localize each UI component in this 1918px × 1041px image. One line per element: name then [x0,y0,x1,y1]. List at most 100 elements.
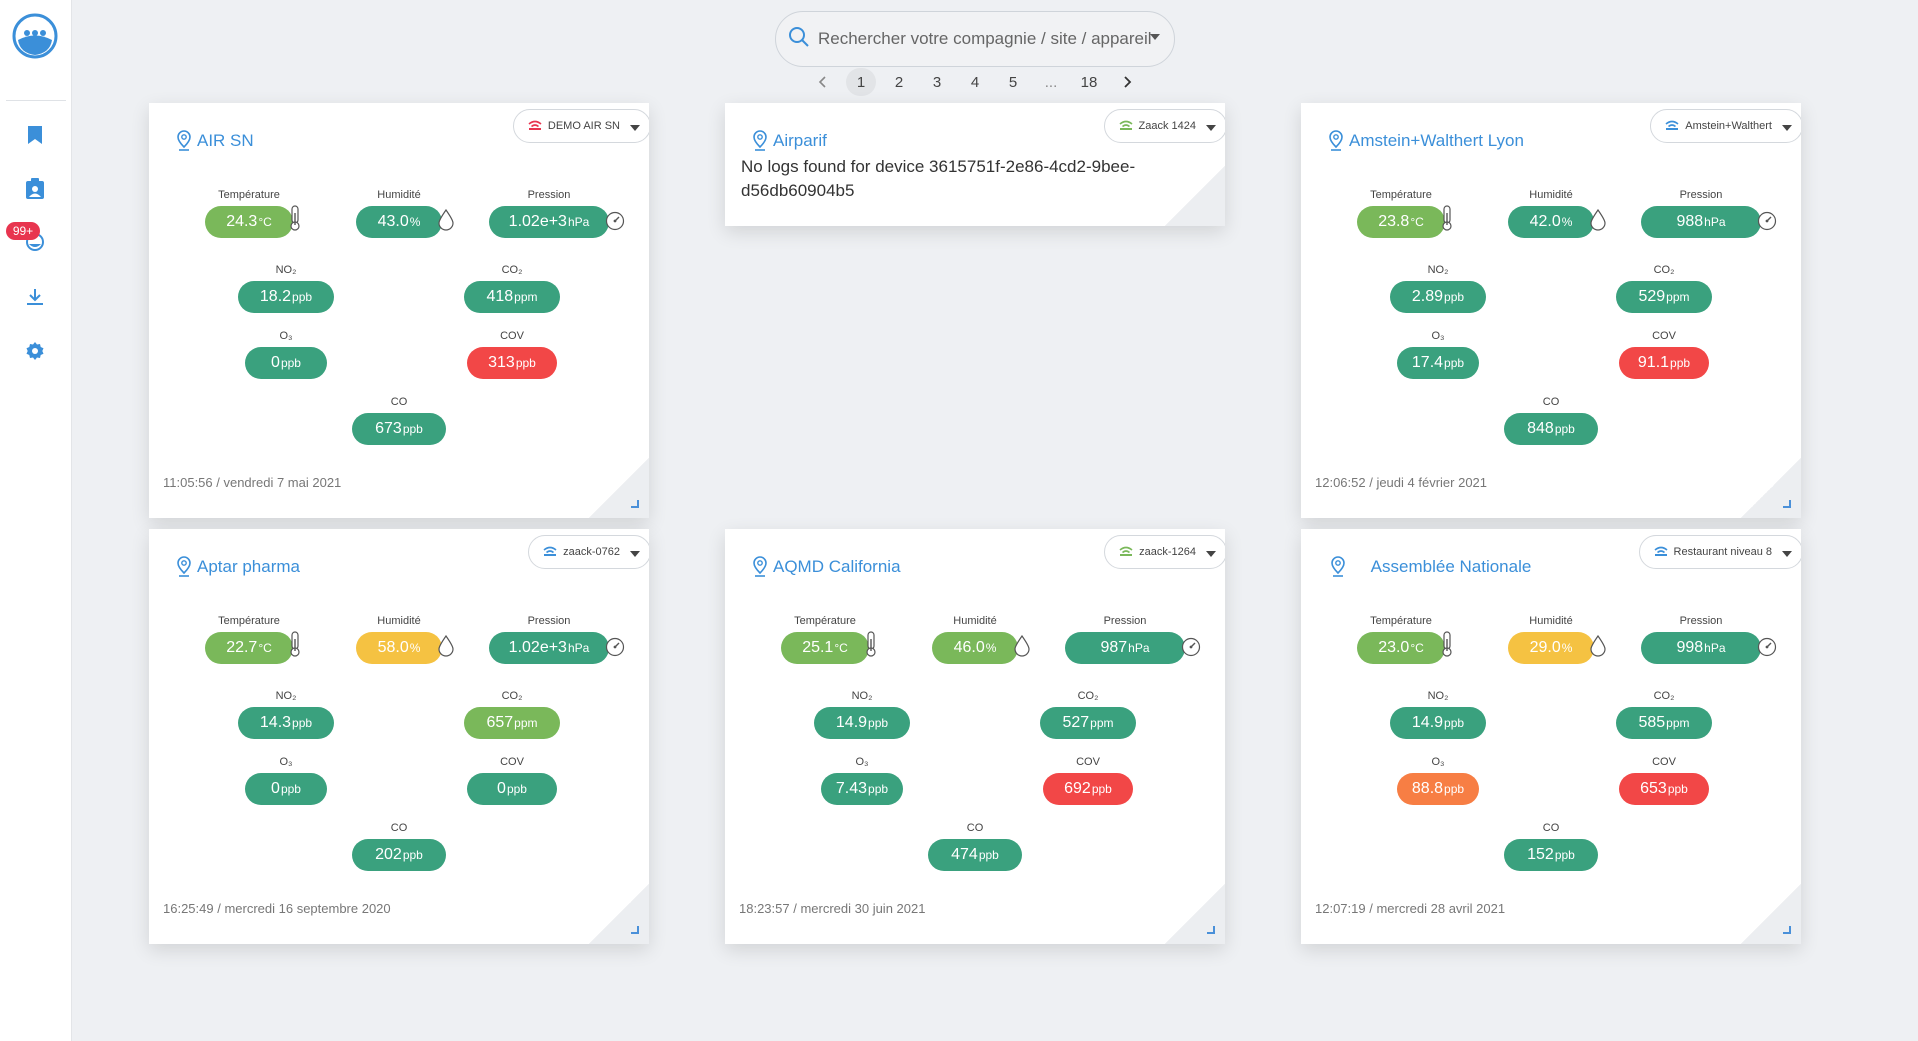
metric-value: 18.2 [259,288,292,305]
metric-value: 418 [486,288,514,305]
chevron-down-icon [1782,125,1792,131]
search-dropdown-caret-icon[interactable] [1150,34,1160,40]
metric-unit: ppb [280,782,301,796]
clipboard-user-icon[interactable] [22,176,48,202]
metric-pres: Pression 1.02e+3 hPa [489,614,629,664]
page-5[interactable]: 5 [998,68,1028,96]
sidebar: 99+ [0,0,72,1041]
metric-unit: % [409,215,421,229]
metric-value: 1.02e+3 [508,213,567,230]
sidebar-divider [6,100,66,101]
metric-value-pill: 998 hPa [1641,632,1761,664]
device-selector[interactable]: zaack-0762 [528,535,649,569]
metric-label: Température [218,189,280,201]
metric-unit: ppm [1666,716,1690,730]
metric-value: 527 [1062,714,1090,731]
page-4[interactable]: 4 [960,68,990,96]
metric-value-pill: 14.3 ppb [238,707,334,739]
last-update-timestamp: 11:05:56 / vendredi 7 mai 2021 [163,475,342,490]
metric-unit: ppb [292,290,313,304]
page-3[interactable]: 3 [922,68,952,96]
metric-temp: Température 22.7 °C [205,614,313,664]
metric-unit: ppb [280,356,301,370]
resize-handle[interactable] [1207,926,1215,934]
metric-label: CO₂ [1653,264,1675,276]
metric-unit: ppb [402,422,423,436]
metric-temp: Température 23.0 °C [1357,614,1465,664]
resize-handle[interactable] [631,500,639,508]
settings-gear-icon[interactable] [22,338,48,364]
metric-temp: Température 23.8 °C [1357,188,1465,238]
metric-hum: Humidité 46.0% [932,614,1038,664]
alerts-badge: 99+ [6,222,40,240]
metric-unit: ppm [1090,716,1114,730]
wifi-icon [1119,120,1133,133]
metric-label: CO₂ [501,690,523,702]
metric-value: 673 [375,420,402,437]
metric-label: Pression [1679,189,1723,201]
metric-value-pill: 7.43 ppb [821,773,903,805]
last-update-timestamp: 16:25:49 / mercredi 16 septembre 2020 [163,901,391,916]
chevron-down-icon [1206,551,1216,557]
device-selector[interactable]: DEMO AIR SN [512,109,649,143]
metric-hum: Humidité 43.0% [356,188,462,238]
device-selector[interactable]: zaack-1264 [1104,535,1225,569]
metric-co: CO 848 ppb [1504,395,1618,445]
metric-no2: NO₂ 14.9 ppb [1390,689,1506,739]
droplet-icon [1590,208,1606,236]
metric-label: Humidité [953,615,997,627]
app-logo[interactable] [12,13,58,59]
metric-value: 22.7 [226,639,258,656]
site-title[interactable]: Airparif [753,129,827,157]
metric-value: 42.0 [1529,213,1561,230]
metric-unit: ppb [978,848,999,862]
resize-handle[interactable] [1783,926,1791,934]
device-card: Airparif Zaack 1424 No logs found for de… [725,103,1225,226]
download-icon[interactable] [22,284,48,310]
device-selector[interactable]: Zaack 1424 [1103,109,1225,143]
prev-page-chevron-icon[interactable] [808,68,838,96]
search-box[interactable] [775,11,1175,67]
metric-unit: °C [1410,641,1424,655]
gauge-icon [605,637,625,662]
gauge-icon [1757,211,1777,236]
metric-value-pill: 529 ppm [1616,281,1712,313]
wifi-icon [1654,546,1668,559]
next-page-chevron-icon[interactable] [1112,68,1142,96]
resize-handle[interactable] [1783,500,1791,508]
metric-no2: NO₂ 14.9 ppb [814,689,930,739]
metric-value-pill: 58.0% [356,632,442,664]
metric-value: 24.3 [226,213,258,230]
device-card: AQMD California zaack-1264 Température 2… [725,529,1225,944]
metric-value-pill: 474 ppb [928,839,1022,871]
device-selector[interactable]: Amstein+Walthert [1650,109,1801,143]
metric-unit: ppb [1444,782,1465,796]
metric-value: 585 [1638,714,1666,731]
page-18[interactable]: 18 [1074,68,1104,96]
location-pin-icon [1331,556,1345,583]
resize-handle[interactable] [631,926,639,934]
search-input[interactable] [818,29,1174,49]
bookmark-icon[interactable] [22,122,48,148]
site-title[interactable]: Aptar pharma [177,555,300,583]
site-title[interactable]: AQMD California [753,555,901,583]
site-title[interactable]: AIR SN [177,129,254,157]
site-title[interactable]: Amstein+Walthert Lyon [1329,129,1524,157]
page-2[interactable]: 2 [884,68,914,96]
page-ellipsis: ... [1044,73,1058,91]
metric-unit: % [409,641,421,655]
metric-o3: O₃ 88.8 ppb [1397,755,1499,805]
metric-label: CO₂ [1653,690,1675,702]
metric-unit: ppb [1444,716,1465,730]
site-title-text: AQMD California [773,557,901,576]
metric-value-pill: 1.02e+3 hPa [489,206,609,238]
metric-hum: Humidité 29.0% [1508,614,1614,664]
device-selector[interactable]: Restaurant niveau 8 [1638,535,1801,569]
page-1[interactable]: 1 [846,68,876,96]
site-title[interactable]: Assemblée Nationale [1331,555,1581,583]
metric-label: Humidité [1529,189,1573,201]
metric-co: CO 673 ppb [352,395,466,445]
metric-value-pill: 987 hPa [1065,632,1185,664]
metric-value-pill: 202 ppb [352,839,446,871]
metric-value-pill: 988 hPa [1641,206,1761,238]
